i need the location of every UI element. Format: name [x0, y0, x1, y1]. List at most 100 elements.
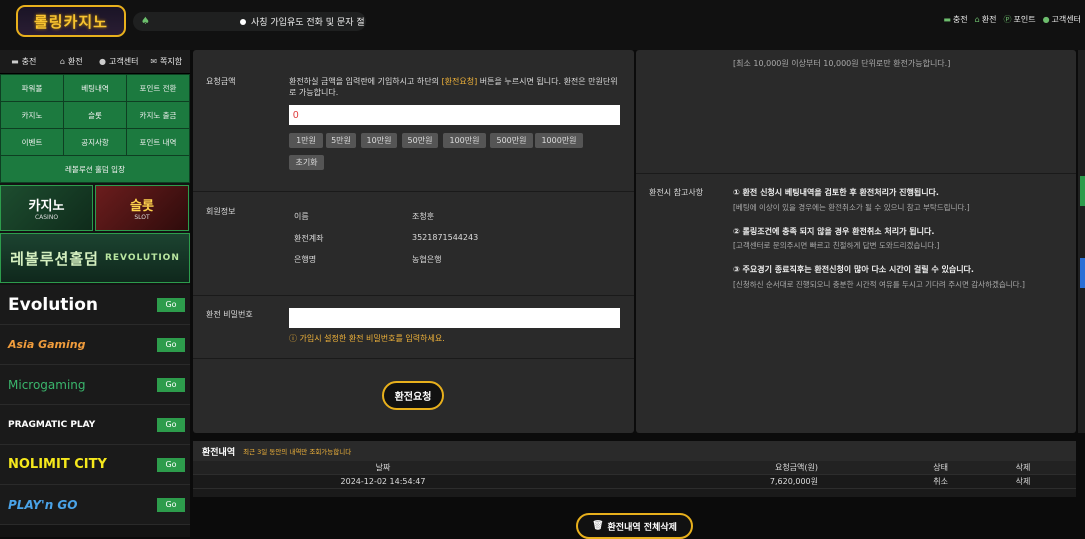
provider-name: PRAGMATIC PLAY [8, 419, 96, 430]
withdraw-password-input[interactable] [289, 308, 620, 328]
sidebar-menu: 파워볼 베팅내역 포인트 전환 카지노 슬롯 카지노 출금 이벤트 공지사항 포… [0, 74, 190, 183]
left-sidebar: ▬ 충전 ⌂ 환전 ● 고객센터 ✉ 쪽지함 파워볼 베팅내역 포인트 전환 카지노 슬… [0, 50, 190, 537]
note-1-detail: [베팅에 이상이 있을 경우에는 환전취소가 될 수 있으니 참고 부탁드립니다… [733, 203, 970, 212]
go-button[interactable]: Go [157, 457, 185, 472]
sidebar-tabs: ▬ 충전 ⌂ 환전 ● 고객센터 ✉ 쪽지함 [0, 50, 190, 74]
row-date: 2024-12-02 14:54:47 [340, 477, 426, 486]
edge-banner[interactable] [1080, 176, 1085, 206]
slot-banner[interactable]: 슬롯 SLOT [95, 185, 189, 231]
point-icon: Ⓟ [1003, 15, 1012, 24]
member-info-label: 회원정보 [206, 207, 236, 216]
table-row: 2024-12-02 14:54:47 7,620,000원 취소 삭제 [193, 475, 1076, 489]
withdraw-request-button[interactable]: 환전요청 [382, 381, 444, 410]
top-link-support[interactable]: ● 고객센터 [1043, 14, 1081, 25]
amount-500k-button[interactable]: 50만원 [402, 133, 438, 148]
provider-pragmatic[interactable]: PRAGMATIC PLAY Go [0, 405, 190, 445]
amount-description: 환전하실 금액을 입력란에 기입하시고 하단의 [환전요청] 버튼을 누르시면 … [289, 77, 618, 97]
withdraw-notes-panel: [최소 10,000원 이상부터 10,000원 단위로만 환전가능합니다.] … [636, 50, 1076, 433]
info-icon: ⓘ [289, 334, 300, 343]
revolution-banner[interactable]: 레볼루션홀덤 REVOLUTION [0, 233, 190, 283]
password-hint: ⓘ 가입시 설정한 환전 비밀번호를 입력하세요. [289, 334, 445, 343]
bank-label: 은행명 [294, 255, 317, 264]
reset-button[interactable]: 초기화 [289, 155, 324, 170]
sidebar-item-point-convert[interactable]: 포인트 전환 [127, 75, 189, 101]
amount-5m-button[interactable]: 500만원 [490, 133, 533, 148]
provider-asia-gaming[interactable]: Asia Gaming Go [0, 325, 190, 365]
casino-banner[interactable]: 카지노 CASINO [0, 185, 93, 231]
top-link-deposit[interactable]: ▬ 충전 [943, 14, 967, 25]
row-status: 취소 [933, 477, 948, 486]
bank-icon: ⌂ [974, 15, 980, 24]
provider-name: NOLIMIT CITY [8, 457, 107, 472]
sidebar-tab-support[interactable]: ● 고객센터 [95, 50, 143, 73]
sidebar-item-powerball[interactable]: 파워볼 [1, 75, 63, 101]
col-date: 날짜 [375, 463, 391, 472]
amount-section: 요청금액 환전하실 금액을 입력란에 기입하시고 하단의 [환전요청] 버튼을 … [193, 64, 634, 194]
top-header: 롤링카지노 ♠ 사칭 가입유도 전화 및 문자 절 ▬ 충전 ⌂ 환전 Ⓟ 포인트 ●… [0, 0, 1085, 50]
history-table-head: 날짜 요청금액(원) 상태 삭제 [193, 461, 1076, 475]
sidebar-item-notice[interactable]: 공지사항 [64, 129, 126, 155]
spade-icon: ♠ [141, 16, 150, 27]
col-amount: 요청금액(원) [774, 463, 818, 472]
password-label: 환전 비밀번호 [206, 310, 253, 319]
sidebar-item-slot[interactable]: 슬롯 [64, 102, 126, 128]
note-2-detail: [고객센터로 문의주시면 빠르고 친절하게 답변 도와드리겠습니다.] [733, 241, 940, 250]
go-button[interactable]: Go [157, 377, 185, 392]
top-link-point[interactable]: Ⓟ 포인트 [1003, 14, 1035, 25]
withdraw-history: 환전내역 최근 3일 동안의 내역만 조회가능합니다 날짜 요청금액(원) 상태… [193, 441, 1076, 497]
name-value: 조청훈 [412, 212, 435, 221]
minimum-note: [최소 10,000원 이상부터 10,000원 단위로만 환전가능합니다.] [733, 59, 951, 68]
sidebar-item-event[interactable]: 이벤트 [1, 129, 63, 155]
top-link-withdraw[interactable]: ⌂ 환전 [975, 14, 997, 25]
go-button[interactable]: Go [157, 337, 185, 352]
go-button[interactable]: Go [157, 497, 185, 512]
amount-10m-button[interactable]: 1000만원 [535, 133, 583, 148]
sidebar-tab-deposit[interactable]: ▬ 충전 [0, 50, 48, 73]
amount-100k-button[interactable]: 10만원 [361, 133, 397, 148]
go-button[interactable]: Go [157, 297, 185, 312]
sidebar-item-bet-history[interactable]: 베팅내역 [64, 75, 126, 101]
note-1: ① 환전 신청시 베팅내역을 검토한 후 환전처리가 진행됩니다. [733, 188, 939, 197]
provider-evolution[interactable]: Evolution Go [0, 285, 190, 325]
withdraw-form-panel: 요청금액 환전하실 금액을 입력란에 기입하시고 하단의 [환전요청] 버튼을 … [193, 50, 634, 433]
col-status: 상태 [933, 463, 948, 472]
history-title: 환전내역 [202, 447, 236, 458]
amount-input[interactable] [289, 105, 620, 125]
history-subtitle: 최근 3일 동안의 내역만 조회가능합니다 [243, 448, 352, 456]
amount-50k-button[interactable]: 5만원 [326, 133, 356, 148]
edge-banner[interactable] [1080, 258, 1085, 288]
provider-nolimit[interactable]: NOLIMIT CITY Go [0, 445, 190, 485]
col-delete: 삭제 [1015, 463, 1031, 472]
notice-text: 사칭 가입유도 전화 및 문자 절 [250, 18, 365, 28]
account-value: 3521871544243 [412, 233, 479, 242]
sidebar-tab-withdraw[interactable]: ⌂ 환전 [48, 50, 96, 73]
bullet-icon [239, 18, 246, 25]
sidebar-item-revolution[interactable]: 레볼루션 홀덤 입장 [1, 156, 189, 182]
provider-name: PLAY'n GO [8, 497, 78, 512]
note-3-detail: [신청하신 순서대로 진행되오니 충분한 시간적 여유를 두시고 기다려 주시면… [733, 280, 1025, 289]
sidebar-item-point-history[interactable]: 포인트 내역 [127, 129, 189, 155]
note-2: ② 롤링조건에 충족 되지 않을 경우 환전취소 처리가 됩니다. [733, 227, 935, 236]
amount-10k-button[interactable]: 1만원 [289, 133, 323, 148]
go-button[interactable]: Go [157, 417, 185, 432]
provider-playngo[interactable]: PLAY'n GO Go [0, 485, 190, 525]
provider-name: Asia Gaming [8, 338, 86, 351]
card-icon: ▬ [11, 57, 19, 66]
game-banners: 카지노 CASINO 슬롯 SLOT [0, 185, 190, 231]
delete-all-history-button[interactable]: 🗑 환전내역 전체삭제 [576, 513, 693, 539]
divider [193, 358, 634, 359]
note-3: ③ 주요경기 종료직후는 환전신청이 많아 다소 시간이 걸릴 수 있습니다. [733, 265, 974, 274]
row-delete-button[interactable]: 삭제 [948, 476, 1068, 487]
notice-ticker: ♠ 사칭 가입유도 전화 및 문자 절 [133, 12, 366, 31]
bank-icon: ⌂ [59, 57, 65, 66]
provider-microgaming[interactable]: Microgaming Go [0, 365, 190, 405]
sidebar-item-casino-withdraw[interactable]: 카지노 출금 [127, 102, 189, 128]
card-icon: ▬ [943, 15, 951, 24]
sidebar-tab-messages[interactable]: ✉ 쪽지함 [143, 50, 191, 73]
amount-1m-button[interactable]: 100만원 [443, 133, 486, 148]
member-info-section: 회원정보 이름 조청훈 환전계좌 3521871544243 은행명 농협은행 [193, 191, 634, 295]
divider [636, 173, 1076, 174]
notes-label: 환전시 참고사항 [649, 188, 704, 197]
sidebar-item-casino[interactable]: 카지노 [1, 102, 63, 128]
site-logo[interactable]: 롤링카지노 [16, 5, 126, 37]
